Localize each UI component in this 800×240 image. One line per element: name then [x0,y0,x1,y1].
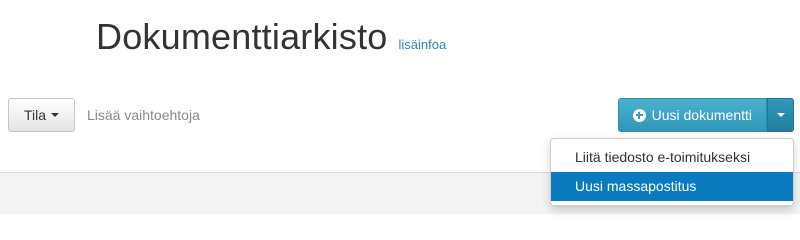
status-filter-button[interactable]: Tila [8,98,75,132]
new-document-dropdown-menu: Liitä tiedosto e-toimitukseksi Uusi mass… [550,138,794,206]
new-document-label: Uusi dokumentti [651,107,752,123]
caret-down-icon [776,113,785,117]
new-document-dropdown-toggle[interactable] [767,98,794,132]
more-options-link[interactable]: Lisää vaihtoehtoja [87,107,200,123]
new-document-split-button: Uusi dokumentti [617,98,794,132]
page-header: Dokumenttiarkisto lisäinfoa [96,16,446,58]
info-link[interactable]: lisäinfoa [399,37,447,52]
toolbar: Tila Lisää vaihtoehtoja Uusi dokumentti [8,98,794,132]
plus-circle-icon [632,108,646,122]
menu-item-new-mass-mailing[interactable]: Uusi massapostitus [551,172,793,201]
new-document-button[interactable]: Uusi dokumentti [617,98,767,132]
page-title: Dokumenttiarkisto [96,16,388,57]
caret-down-icon [51,113,60,117]
status-filter-label: Tila [23,107,47,123]
menu-item-attach-file-as-e-delivery[interactable]: Liitä tiedosto e-toimitukseksi [551,143,793,172]
